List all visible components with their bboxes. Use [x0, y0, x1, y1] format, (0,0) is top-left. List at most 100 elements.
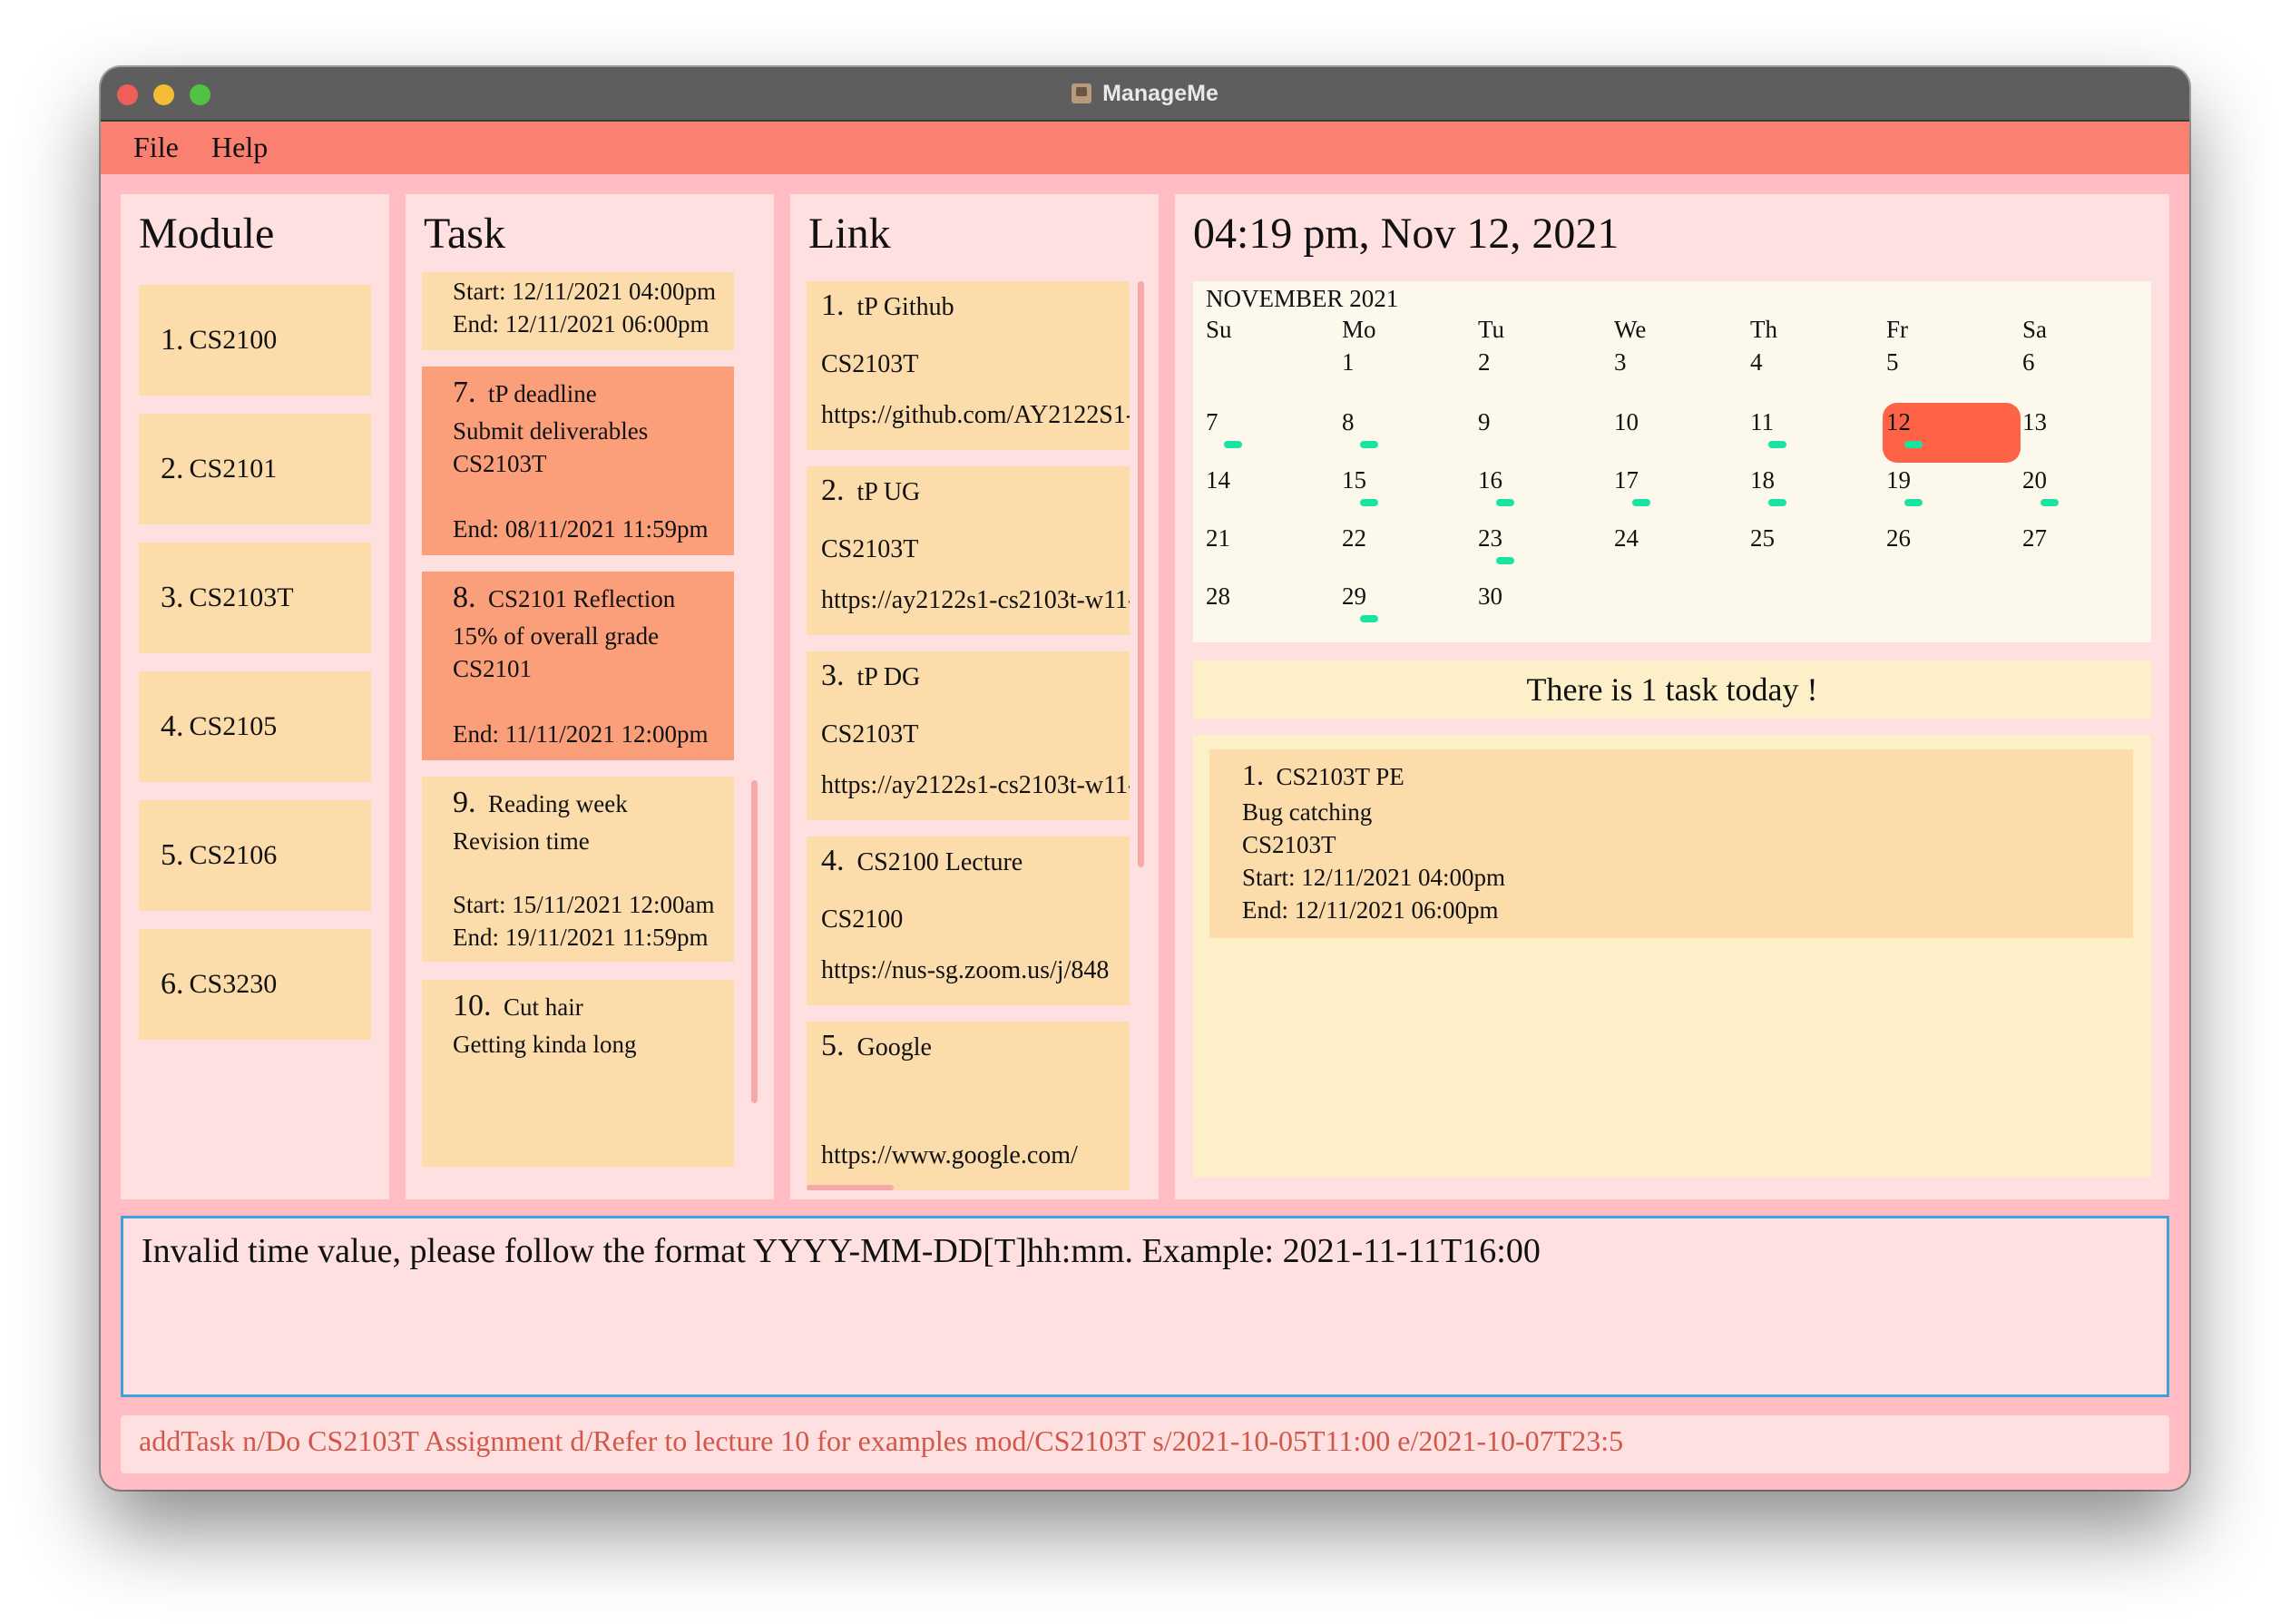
task-card[interactable]: 9. Reading week Revision time Start: 15/… [422, 777, 734, 962]
task-description: Revision time [453, 827, 590, 855]
module-card[interactable]: 1. CS2100 [139, 285, 371, 396]
calendar-day[interactable]: 4 [1750, 348, 1763, 377]
task-name: Cut hair [504, 993, 583, 1021]
module-code: CS2105 [189, 711, 278, 741]
task-card[interactable]: Start: 12/11/2021 04:00pm End: 12/11/202… [422, 272, 734, 350]
calendar-day[interactable]: 19 [1886, 466, 1911, 494]
task-end: End: 11/11/2021 12:00pm [453, 720, 709, 748]
task-card[interactable]: 10. Cut hair Getting kinda long [422, 980, 734, 1167]
calendar-day[interactable]: 24 [1614, 524, 1639, 553]
link-card[interactable]: 2. tP UG CS2103T https://ay2122s1-cs2103… [807, 466, 1130, 635]
calendar-task-marker [1360, 441, 1378, 448]
link-index: 3. [821, 659, 845, 692]
calendar-day[interactable]: 10 [1614, 408, 1639, 436]
task-index: 10. [453, 989, 492, 1022]
link-name: tP Github [856, 293, 954, 321]
task-start: Start: 12/11/2021 04:00pm [453, 278, 716, 305]
calendar-day[interactable]: 1 [1342, 348, 1355, 377]
calendar-day[interactable]: 28 [1206, 582, 1230, 611]
result-message: Invalid time value, please follow the fo… [142, 1232, 1541, 1270]
link-horizontal-scrollbar[interactable] [807, 1185, 894, 1190]
calendar-day[interactable]: 25 [1750, 524, 1775, 553]
today-summary: There is 1 task today ! [1193, 660, 2151, 719]
calendar-panel: 04:19 pm, Nov 12, 2021 NOVEMBER 2021 Su M… [1175, 194, 2169, 1199]
task-scrollbar[interactable] [751, 780, 758, 1103]
calendar-day[interactable]: 9 [1478, 408, 1491, 436]
calendar-day[interactable]: 18 [1750, 466, 1775, 494]
menu-help[interactable]: Help [211, 131, 268, 164]
calendar-day[interactable]: 17 [1614, 466, 1639, 494]
calendar-weekday: Sa [2022, 316, 2047, 343]
calendar-task-marker [1496, 557, 1514, 564]
result-display[interactable]: Invalid time value, please follow the fo… [121, 1216, 2169, 1397]
calendar-day[interactable]: 16 [1478, 466, 1502, 494]
link-index: 1. [821, 289, 845, 322]
calendar: NOVEMBER 2021 Su Mo Tu We Th Fr Sa 1 2 3 4 5 6 7 8 9 10 1… [1193, 281, 2151, 642]
task-panel-title: Task [424, 210, 505, 258]
calendar-day[interactable]: 21 [1206, 524, 1230, 553]
calendar-day[interactable]: 26 [1886, 524, 1911, 553]
calendar-day[interactable]: 3 [1614, 348, 1627, 377]
module-card[interactable]: 2. CS2101 [139, 414, 371, 524]
calendar-weekday: Mo [1342, 316, 1376, 343]
calendar-day[interactable]: 13 [2022, 408, 2047, 436]
calendar-day[interactable]: 11 [1750, 408, 1774, 436]
module-card[interactable]: 5. CS2106 [139, 800, 371, 911]
task-description: Getting kinda long [453, 1031, 637, 1058]
task-start: Start: 15/11/2021 12:00am [453, 891, 715, 918]
calendar-day[interactable]: 15 [1342, 466, 1366, 494]
link-card[interactable]: 4. CS2100 Lecture CS2100 https://nus-sg.… [807, 836, 1130, 1005]
module-index: 3. [161, 581, 184, 614]
calendar-day[interactable]: 29 [1342, 582, 1366, 611]
link-url[interactable]: https://ay2122s1-cs2103t-w11-3 [821, 586, 1130, 615]
module-card[interactable]: 3. CS2103T [139, 543, 371, 653]
link-card[interactable]: 1. tP Github CS2103T https://github.com/… [807, 281, 1130, 450]
calendar-task-marker [1632, 499, 1650, 506]
calendar-weekday: Fr [1886, 316, 1909, 343]
calendar-day[interactable]: 30 [1478, 582, 1502, 611]
module-panel: Module 1. CS2100 2. CS2101 3. CS2103T 4.… [121, 194, 389, 1199]
module-card[interactable]: 4. CS2105 [139, 671, 371, 782]
calendar-day[interactable]: 23 [1478, 524, 1502, 553]
today-summary-text: There is 1 task today ! [1526, 671, 1818, 708]
title-bar: ManageMe [101, 67, 2189, 122]
menu-file[interactable]: File [133, 131, 179, 164]
calendar-day[interactable]: 22 [1342, 524, 1366, 553]
calendar-day[interactable]: 12 [1886, 408, 1911, 436]
calendar-day[interactable]: 8 [1342, 408, 1355, 436]
module-index: 2. [161, 452, 184, 485]
module-index: 6. [161, 967, 184, 1001]
link-url[interactable]: https://ay2122s1-cs2103t-w11-3 [821, 771, 1130, 800]
module-code: CS2106 [189, 840, 278, 870]
module-code: CS2101 [189, 454, 278, 484]
command-box[interactable]: addTask n/Do CS2103T Assignment d/Refer … [121, 1415, 2169, 1473]
link-url[interactable]: https://nus-sg.zoom.us/j/848 [821, 956, 1109, 985]
calendar-day[interactable]: 20 [2022, 466, 2047, 494]
module-code: CS3230 [189, 969, 278, 999]
calendar-day[interactable]: 6 [2022, 348, 2035, 377]
calendar-task-marker [2040, 499, 2059, 506]
link-url[interactable]: https://github.com/AY2122S1- [821, 401, 1130, 430]
link-card[interactable]: 3. tP DG CS2103T https://ay2122s1-cs2103… [807, 651, 1130, 820]
task-module: CS2103T [453, 450, 547, 477]
task-card-overdue[interactable]: 7. tP deadline Submit deliverables CS210… [422, 367, 734, 555]
module-card[interactable]: 6. CS3230 [139, 929, 371, 1040]
calendar-weekday: Su [1206, 316, 1232, 343]
task-end: End: 12/11/2021 06:00pm [453, 310, 710, 338]
task-card-overdue[interactable]: 8. CS2101 Reflection 15% of overall grad… [422, 572, 734, 760]
task-module: CS2101 [453, 655, 533, 682]
link-vertical-scrollbar[interactable] [1138, 281, 1144, 867]
link-url[interactable]: https://www.google.com/ [821, 1141, 1078, 1170]
task-end: End: 19/11/2021 11:59pm [453, 924, 709, 951]
command-input[interactable]: addTask n/Do CS2103T Assignment d/Refer … [139, 1424, 1623, 1458]
today-task-end: End: 12/11/2021 06:00pm [1242, 896, 1499, 924]
today-task-card[interactable]: 1. CS2103T PE Bug catching CS2103T Start… [1209, 749, 2133, 938]
calendar-day[interactable]: 27 [2022, 524, 2047, 553]
calendar-day[interactable]: 7 [1206, 408, 1218, 436]
calendar-day[interactable]: 14 [1206, 466, 1230, 494]
calendar-day[interactable]: 5 [1886, 348, 1899, 377]
calendar-day[interactable]: 2 [1478, 348, 1491, 377]
link-card[interactable]: 5. Google https://www.google.com/ [807, 1022, 1130, 1190]
link-index: 2. [821, 474, 845, 507]
menu-bar: File Help [101, 122, 2189, 174]
